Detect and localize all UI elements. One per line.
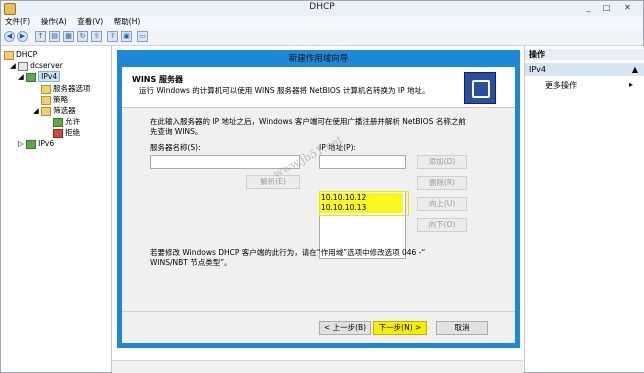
ipv4-icon: [26, 72, 37, 82]
window-title: DHCP: [309, 2, 335, 12]
tree-node-allow[interactable]: 允许: [53, 116, 80, 127]
instruction-line-1: 在此输入服务器的 IP 地址之后，Windows 客户端可在使用广播注册并解析 …: [150, 117, 466, 126]
add-button[interactable]: 添加(D): [417, 155, 467, 169]
next-button[interactable]: 下一步(N) >: [373, 321, 427, 335]
forward-icon[interactable]: ▶: [17, 31, 28, 42]
footer-divider: [122, 311, 515, 312]
allow-icon: [53, 117, 63, 127]
actions-section-ipv4[interactable]: IPv4 ▲: [525, 63, 644, 76]
more-actions-link[interactable]: 更多操作 ▸: [545, 80, 633, 91]
maximize-button[interactable]: □: [601, 2, 612, 13]
tree-node-deny[interactable]: 拒绝: [53, 127, 80, 138]
menu-help[interactable]: 帮助(H): [110, 16, 145, 28]
tree-node-dhcp[interactable]: DHCP: [4, 50, 37, 60]
wizard-body: WINS 服务器 运行 Windows 的计算机可以使用 WINS 服务器将 N…: [122, 67, 515, 343]
actions-pane: 操作 IPv4 ▲ 更多操作 ▸: [524, 46, 644, 372]
tree-node-ipv6[interactable]: ▷ IPv6: [18, 139, 54, 149]
minimize-button[interactable]: _: [583, 2, 594, 13]
new-scope-wizard-dialog: 新建作用域向导 WINS 服务器 运行 Windows 的计算机可以使用 WIN…: [117, 50, 520, 348]
dhcp-icon: [4, 50, 14, 60]
dhcp-window: DHCP _ □ ✕ 文件(F) 操作(A) 查看(V) 帮助(H) ◀ ▶ ↑…: [0, 0, 644, 373]
menu-action[interactable]: 操作(A): [37, 16, 71, 28]
ip-list-item[interactable]: 10.10.10.13: [320, 203, 403, 213]
menu-view[interactable]: 查看(V): [73, 16, 107, 28]
wizard-header: WINS 服务器 运行 Windows 的计算机可以使用 WINS 服务器将 N…: [122, 67, 515, 108]
chevron-right-icon: ▸: [629, 80, 634, 89]
policies-icon: [41, 95, 51, 105]
remove-button[interactable]: 删除(R): [417, 176, 467, 190]
status-bar: [112, 360, 523, 373]
up-icon[interactable]: ↑: [35, 31, 46, 42]
filters-icon: [41, 106, 52, 116]
instruction-line-2: 先查询 WINS。: [150, 127, 203, 136]
actions-header: 操作: [525, 49, 644, 60]
menu-file[interactable]: 文件(F): [1, 16, 34, 28]
properties-icon[interactable]: ▦: [63, 31, 74, 42]
title-bar: DHCP _ □ ✕: [1, 1, 643, 17]
note-line-2: WINS/NBT 节点类型”。: [150, 258, 232, 267]
ip-address-input[interactable]: [319, 155, 406, 169]
move-up-button[interactable]: 向上(U): [417, 197, 467, 211]
back-button[interactable]: < 上一步(B): [319, 321, 371, 335]
ipv6-icon: [26, 139, 37, 149]
help-icon[interactable]: ?: [107, 31, 118, 42]
tree-node-server-options[interactable]: 服务器选项: [41, 83, 91, 94]
tree-node-server[interactable]: ◢ dcserver: [10, 61, 63, 71]
cancel-button[interactable]: 取消: [436, 321, 488, 335]
deny-icon: [53, 128, 63, 138]
show-tree-icon[interactable]: ▤: [49, 31, 60, 42]
server-icon: [18, 61, 29, 71]
wizard-heading: WINS 服务器: [132, 75, 184, 84]
tree-node-policies[interactable]: 策略: [41, 94, 68, 105]
tree-node-filters[interactable]: ◢ 筛选器: [33, 105, 76, 116]
console-icon[interactable]: ▣: [121, 31, 132, 42]
note-line-1: 若要修改 Windows DHCP 客户端的此行为，请在“作用域”选项中修改选项…: [150, 248, 426, 257]
ip-list-item[interactable]: 10.10.10.12: [320, 193, 403, 203]
collapse-icon[interactable]: ▲: [632, 63, 638, 76]
back-icon[interactable]: ◀: [4, 31, 15, 42]
wizard-title: 新建作用域向导: [288, 54, 349, 64]
export-icon[interactable]: ⇪: [91, 31, 102, 42]
server-name-label: 服务器名称(S):: [150, 143, 201, 152]
server-options-icon: [41, 84, 51, 94]
refresh-icon[interactable]: ↻: [77, 31, 88, 42]
toolbar: ◀ ▶ ↑ ▤ ▦ ↻ ⇪ ? ▣ ▭: [1, 28, 643, 46]
navigation-tree: DHCP ◢ dcserver ◢ IPv4 服务器选项 策略 ◢ 筛选器 允许…: [1, 46, 112, 372]
wizard-subheading: 运行 Windows 的计算机可以使用 WINS 服务器将 NetBIOS 计算…: [139, 86, 430, 95]
menu-bar: 文件(F) 操作(A) 查看(V) 帮助(H): [1, 16, 643, 28]
move-down-button[interactable]: 向下(O): [417, 218, 467, 232]
resolve-button[interactable]: 解析(E): [246, 175, 300, 189]
tree-node-ipv4[interactable]: ◢ IPv4: [18, 71, 61, 82]
computer-icon[interactable]: ▭: [137, 31, 148, 42]
close-button[interactable]: ✕: [622, 2, 633, 13]
wizard-banner-icon: [464, 72, 496, 104]
